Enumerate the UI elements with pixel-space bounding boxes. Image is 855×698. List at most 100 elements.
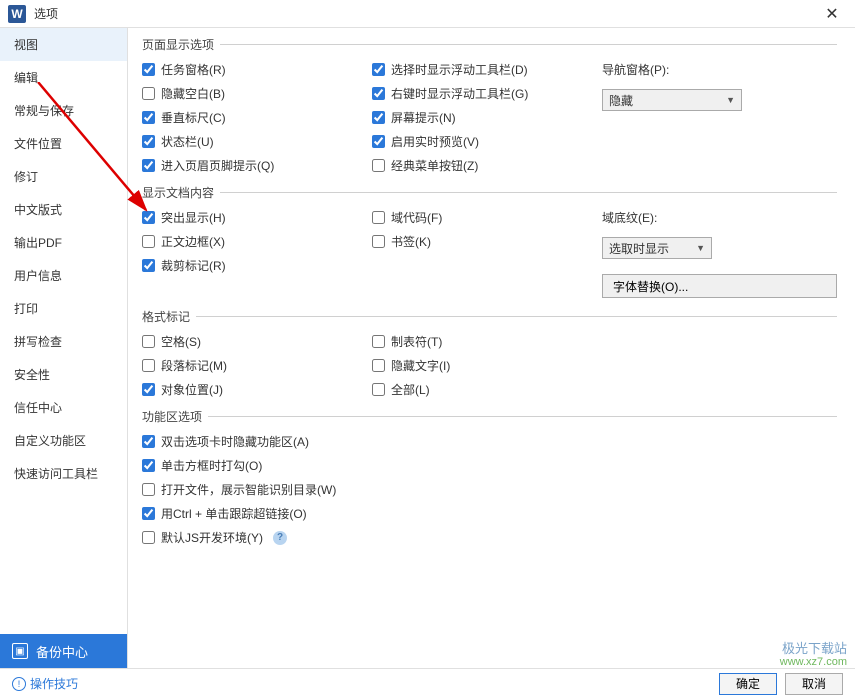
page-display-c2-label-3[interactable]: 启用实时预览(V) — [391, 133, 479, 150]
ribbon-row-3: 用Ctrl + 单击跟踪超链接(O) — [142, 505, 837, 522]
doc-content-c1-checkbox-2[interactable] — [142, 259, 155, 272]
nav-pane-value: 隐藏 — [609, 92, 633, 109]
page-display-c2-row-1: 右键时显示浮动工具栏(G) — [372, 85, 602, 102]
section-ribbon-options: 功能区选项 双击选项卡时隐藏功能区(A) 单击方框时打勾(O) 打开文件，展示智能识… — [142, 408, 837, 553]
sidebar-item-11[interactable]: 信任中心 — [0, 391, 127, 424]
font-substitution-button[interactable]: 字体替换(O)... — [602, 274, 837, 298]
page-display-c2-label-1[interactable]: 右键时显示浮动工具栏(G) — [391, 85, 528, 102]
doc-content-c2-row-1: 书签(K) — [372, 233, 602, 250]
page-display-c1-label-2[interactable]: 垂直标尺(C) — [161, 109, 226, 126]
backup-center-button[interactable]: ▣ 备份中心 — [0, 634, 127, 668]
ribbon-label-0[interactable]: 双击选项卡时隐藏功能区(A) — [161, 433, 309, 450]
doc-content-c1-row-0: 突出显示(H) — [142, 209, 372, 226]
ribbon-label-3[interactable]: 用Ctrl + 单击跟踪超链接(O) — [161, 505, 307, 522]
sidebar-item-6[interactable]: 输出PDF — [0, 226, 127, 259]
page-display-c1-checkbox-2[interactable] — [142, 111, 155, 124]
page-display-c2-checkbox-4[interactable] — [372, 159, 385, 172]
format-marks-c1-row-0: 空格(S) — [142, 333, 372, 350]
page-display-c2-row-4: 经典菜单按钮(Z) — [372, 157, 602, 174]
cancel-button[interactable]: 取消 — [785, 673, 843, 695]
ribbon-label-1[interactable]: 单击方框时打勾(O) — [161, 457, 262, 474]
ribbon-checkbox-3[interactable] — [142, 507, 155, 520]
ribbon-checkbox-4[interactable] — [142, 531, 155, 544]
ribbon-checkbox-1[interactable] — [142, 459, 155, 472]
format-marks-c1-checkbox-0[interactable] — [142, 335, 155, 348]
page-display-c2-label-2[interactable]: 屏幕提示(N) — [391, 109, 456, 126]
format-marks-c2-checkbox-1[interactable] — [372, 359, 385, 372]
backup-icon: ▣ — [12, 643, 28, 659]
format-marks-c2-checkbox-0[interactable] — [372, 335, 385, 348]
page-display-c1-label-3[interactable]: 状态栏(U) — [161, 133, 214, 150]
ribbon-checkbox-0[interactable] — [142, 435, 155, 448]
page-display-c1-checkbox-1[interactable] — [142, 87, 155, 100]
ribbon-checkbox-2[interactable] — [142, 483, 155, 496]
font-sub-label: 字体替换(O)... — [613, 278, 688, 295]
sidebar-item-0[interactable]: 视图 — [0, 28, 127, 61]
doc-content-c2-label-0[interactable]: 域代码(F) — [391, 209, 442, 226]
page-display-c2-row-0: 选择时显示浮动工具栏(D) — [372, 61, 602, 78]
doc-content-c2-checkbox-1[interactable] — [372, 235, 385, 248]
format-marks-c2-label-0[interactable]: 制表符(T) — [391, 333, 442, 350]
ok-button[interactable]: 确定 — [719, 673, 777, 695]
format-marks-c2-row-2: 全部(L) — [372, 381, 602, 398]
format-marks-c2-row-0: 制表符(T) — [372, 333, 602, 350]
sidebar-item-8[interactable]: 打印 — [0, 292, 127, 325]
doc-content-c1-label-1[interactable]: 正文边框(X) — [161, 233, 225, 250]
nav-pane-dropdown[interactable]: 隐藏 ▼ — [602, 89, 742, 111]
format-marks-c1-label-1[interactable]: 段落标记(M) — [161, 357, 227, 374]
sidebar-item-9[interactable]: 拼写检查 — [0, 325, 127, 358]
sidebar-item-10[interactable]: 安全性 — [0, 358, 127, 391]
format-marks-c2-label-1[interactable]: 隐藏文字(I) — [391, 357, 450, 374]
tips-link[interactable]: ! 操作技巧 — [12, 675, 78, 692]
page-display-c1-row-2: 垂直标尺(C) — [142, 109, 372, 126]
page-display-c1-row-4: 进入页眉页脚提示(Q) — [142, 157, 372, 174]
sidebar-item-12[interactable]: 自定义功能区 — [0, 424, 127, 457]
ribbon-row-0: 双击选项卡时隐藏功能区(A) — [142, 433, 837, 450]
help-icon[interactable]: ? — [273, 531, 287, 545]
doc-content-c2-label-1[interactable]: 书签(K) — [391, 233, 431, 250]
page-display-c2-checkbox-3[interactable] — [372, 135, 385, 148]
ribbon-label-4[interactable]: 默认JS开发环境(Y) — [161, 529, 263, 546]
doc-content-c1-checkbox-0[interactable] — [142, 211, 155, 224]
page-display-c1-label-0[interactable]: 任务窗格(R) — [161, 61, 226, 78]
page-display-c1-label-1[interactable]: 隐藏空白(B) — [161, 85, 225, 102]
doc-content-c1-row-1: 正文边框(X) — [142, 233, 372, 250]
doc-content-c1-checkbox-1[interactable] — [142, 235, 155, 248]
format-marks-c1-checkbox-2[interactable] — [142, 383, 155, 396]
format-marks-c1-checkbox-1[interactable] — [142, 359, 155, 372]
sidebar-item-5[interactable]: 中文版式 — [0, 193, 127, 226]
page-display-c1-label-4[interactable]: 进入页眉页脚提示(Q) — [161, 157, 274, 174]
ribbon-row-4: 默认JS开发环境(Y)? — [142, 529, 837, 546]
format-marks-c1-label-0[interactable]: 空格(S) — [161, 333, 201, 350]
sidebar-item-13[interactable]: 快速访问工具栏 — [0, 457, 127, 490]
page-display-c2-row-3: 启用实时预览(V) — [372, 133, 602, 150]
sidebar-item-7[interactable]: 用户信息 — [0, 259, 127, 292]
format-marks-c2-checkbox-2[interactable] — [372, 383, 385, 396]
page-display-c1-checkbox-3[interactable] — [142, 135, 155, 148]
page-display-c2-label-4[interactable]: 经典菜单按钮(Z) — [391, 157, 478, 174]
sidebar-item-2[interactable]: 常规与保存 — [0, 94, 127, 127]
sidebar-item-4[interactable]: 修订 — [0, 160, 127, 193]
ribbon-row-1: 单击方框时打勾(O) — [142, 457, 837, 474]
page-display-c1-row-0: 任务窗格(R) — [142, 61, 372, 78]
legend-ribbon: 功能区选项 — [142, 408, 208, 425]
page-display-c2-checkbox-0[interactable] — [372, 63, 385, 76]
doc-content-c1-label-2[interactable]: 裁剪标记(R) — [161, 257, 226, 274]
page-display-c2-label-0[interactable]: 选择时显示浮动工具栏(D) — [391, 61, 528, 78]
field-shading-dropdown[interactable]: 选取时显示 ▼ — [602, 237, 712, 259]
titlebar: W 选项 ✕ — [0, 0, 855, 28]
sidebar-item-1[interactable]: 编辑 — [0, 61, 127, 94]
page-display-c2-checkbox-2[interactable] — [372, 111, 385, 124]
close-button[interactable]: ✕ — [817, 0, 847, 28]
format-marks-c2-label-2[interactable]: 全部(L) — [391, 381, 430, 398]
page-display-c2-checkbox-1[interactable] — [372, 87, 385, 100]
page-display-c1-checkbox-0[interactable] — [142, 63, 155, 76]
doc-content-c2-checkbox-0[interactable] — [372, 211, 385, 224]
page-display-c1-checkbox-4[interactable] — [142, 159, 155, 172]
sidebar: 视图编辑常规与保存文件位置修订中文版式输出PDF用户信息打印拼写检查安全性信任中… — [0, 28, 128, 668]
close-icon: ✕ — [825, 4, 838, 24]
sidebar-item-3[interactable]: 文件位置 — [0, 127, 127, 160]
ribbon-label-2[interactable]: 打开文件，展示智能识别目录(W) — [161, 481, 336, 498]
doc-content-c1-label-0[interactable]: 突出显示(H) — [161, 209, 226, 226]
format-marks-c1-label-2[interactable]: 对象位置(J) — [161, 381, 223, 398]
